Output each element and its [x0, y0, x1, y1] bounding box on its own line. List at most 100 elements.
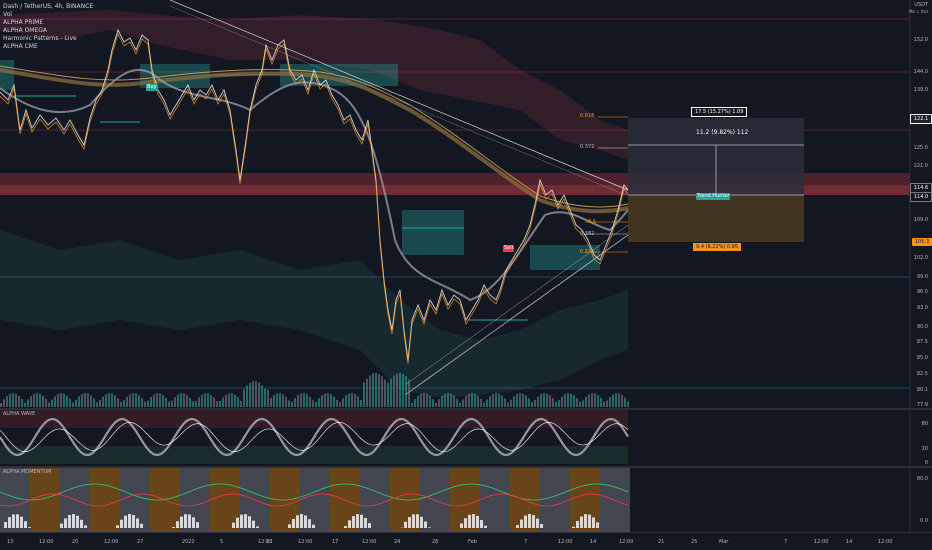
position-target-label[interactable]: 17.5 (15.27%) 1.09 — [691, 107, 748, 117]
volume-bar — [111, 393, 113, 407]
volume-bar — [270, 397, 272, 407]
position-stop-label[interactable]: 9.4 (8.22%) 0.95 — [693, 243, 742, 251]
chart-legend: Dash / TetherUS, 4h, BINANCE Vol ALPHA P… — [3, 3, 93, 51]
volume-bar — [210, 394, 212, 407]
volume-bar — [474, 393, 476, 407]
price-tick: 85.0 — [916, 355, 928, 361]
volume-bar — [432, 399, 434, 407]
momentum-band — [380, 468, 390, 532]
volume-bar — [6, 395, 8, 407]
volume-bar — [603, 401, 605, 407]
volume-bar — [291, 401, 293, 407]
volume-bar — [69, 398, 71, 407]
volume-bar — [405, 376, 407, 407]
time-tick: 14 — [846, 539, 853, 545]
momentum-histogram-bar — [576, 520, 579, 528]
fib-label-0372: 0.372 — [580, 144, 595, 150]
time-tick: 12:00 — [362, 539, 377, 545]
volume-bar — [345, 395, 347, 407]
momentum-histogram-bar — [20, 516, 23, 528]
volume-bar — [483, 402, 485, 407]
momentum-band — [490, 468, 500, 532]
momentum-histogram-bar — [588, 514, 591, 528]
volume-bar — [183, 393, 185, 407]
sell-marker-1[interactable]: Sell — [503, 245, 515, 252]
volume-bar — [396, 373, 398, 407]
momentum-histogram-bar — [528, 514, 531, 528]
volume-bar — [486, 399, 488, 407]
volume-bar — [537, 396, 539, 407]
momentum-histogram-bar — [180, 516, 183, 528]
momentum-histogram-bar — [124, 515, 127, 528]
volume-bar — [363, 382, 365, 407]
momentum-histogram-bar — [120, 519, 123, 528]
volume-bar — [126, 396, 128, 407]
momentum-histogram-bar — [516, 525, 519, 528]
volume-bar — [78, 396, 80, 407]
time-tick: 24 — [394, 539, 401, 545]
volume-bar — [114, 395, 116, 407]
volume-bar — [444, 393, 446, 407]
volume-bar — [555, 401, 557, 407]
volume-bar — [567, 393, 569, 407]
volume-bar — [324, 393, 326, 407]
wave-pane-title[interactable]: ALPHA WAVE — [3, 411, 35, 417]
momentum-band — [450, 468, 460, 532]
volume-bar — [234, 394, 236, 407]
momentum-pane-title[interactable]: ALPHA MOMENTUM — [3, 469, 51, 475]
volume-bar — [375, 373, 377, 407]
buy-marker-1[interactable]: Buy — [146, 84, 158, 91]
momentum-histogram-bar — [252, 520, 255, 528]
indicator-alpha-omega[interactable]: ALPHA OMEGA — [3, 27, 93, 35]
volume-bar — [411, 402, 413, 407]
volume-bar — [21, 398, 23, 407]
volume-bar — [624, 397, 626, 407]
volume-bar — [297, 395, 299, 407]
momentum-histogram-bar — [468, 514, 471, 528]
price-tick: 96.0 — [916, 289, 928, 295]
volume-bar — [435, 402, 437, 407]
price-tick: 144.0 — [913, 69, 928, 75]
volume-bar — [522, 393, 524, 407]
volume-bar — [516, 394, 518, 407]
price-tick: 125.0 — [913, 145, 928, 151]
momentum-histogram-bar — [532, 515, 535, 528]
volume-bar — [381, 376, 383, 407]
volume-bar — [417, 395, 419, 407]
momentum-histogram-bar — [408, 517, 411, 528]
momentum-band — [440, 468, 450, 532]
momentum-histogram-bar — [584, 514, 587, 528]
momentum-histogram-bar — [296, 515, 299, 528]
momentum-histogram-bar — [12, 514, 15, 528]
momentum-histogram-bar — [184, 514, 187, 528]
price-tag-target: 122.1 — [910, 114, 932, 124]
wave-tick-20: 20 — [921, 446, 928, 452]
time-tick: 10 — [266, 539, 273, 545]
volume-bar — [627, 401, 629, 407]
volume-bar — [225, 394, 227, 407]
chart-canvas[interactable] — [0, 0, 932, 550]
trend-hunter-marker[interactable]: Trend Hunter — [696, 193, 731, 200]
currency-label[interactable]: USDT — [914, 2, 928, 8]
volume-bar — [144, 401, 146, 407]
volume-bar — [618, 393, 620, 407]
volume-bar — [615, 393, 617, 407]
price-tick: 77.9 — [916, 402, 928, 408]
volume-bar — [0, 403, 2, 407]
indicator-alpha-prime[interactable]: ALPHA PRIME — [3, 19, 93, 27]
price-tick: 139.0 — [913, 87, 928, 93]
momentum-histogram-bar — [412, 514, 415, 528]
indicator-harmonic[interactable]: Harmonic Patterns - Live — [3, 35, 93, 43]
symbol-title[interactable]: Dash / TetherUS, 4h, BINANCE — [3, 3, 93, 11]
volume-bar — [489, 396, 491, 407]
momentum-band — [50, 468, 60, 532]
volume-bar — [438, 399, 440, 407]
volume-bar — [366, 378, 368, 407]
volume-bar — [150, 396, 152, 407]
volume-bar — [594, 393, 596, 407]
volume-bar — [288, 400, 290, 407]
momentum-histogram-bar — [592, 517, 595, 528]
indicator-vol[interactable]: Vol — [3, 11, 93, 19]
indicator-alpha-cme[interactable]: ALPHA CME — [3, 43, 93, 51]
momentum-histogram-bar — [8, 517, 11, 528]
